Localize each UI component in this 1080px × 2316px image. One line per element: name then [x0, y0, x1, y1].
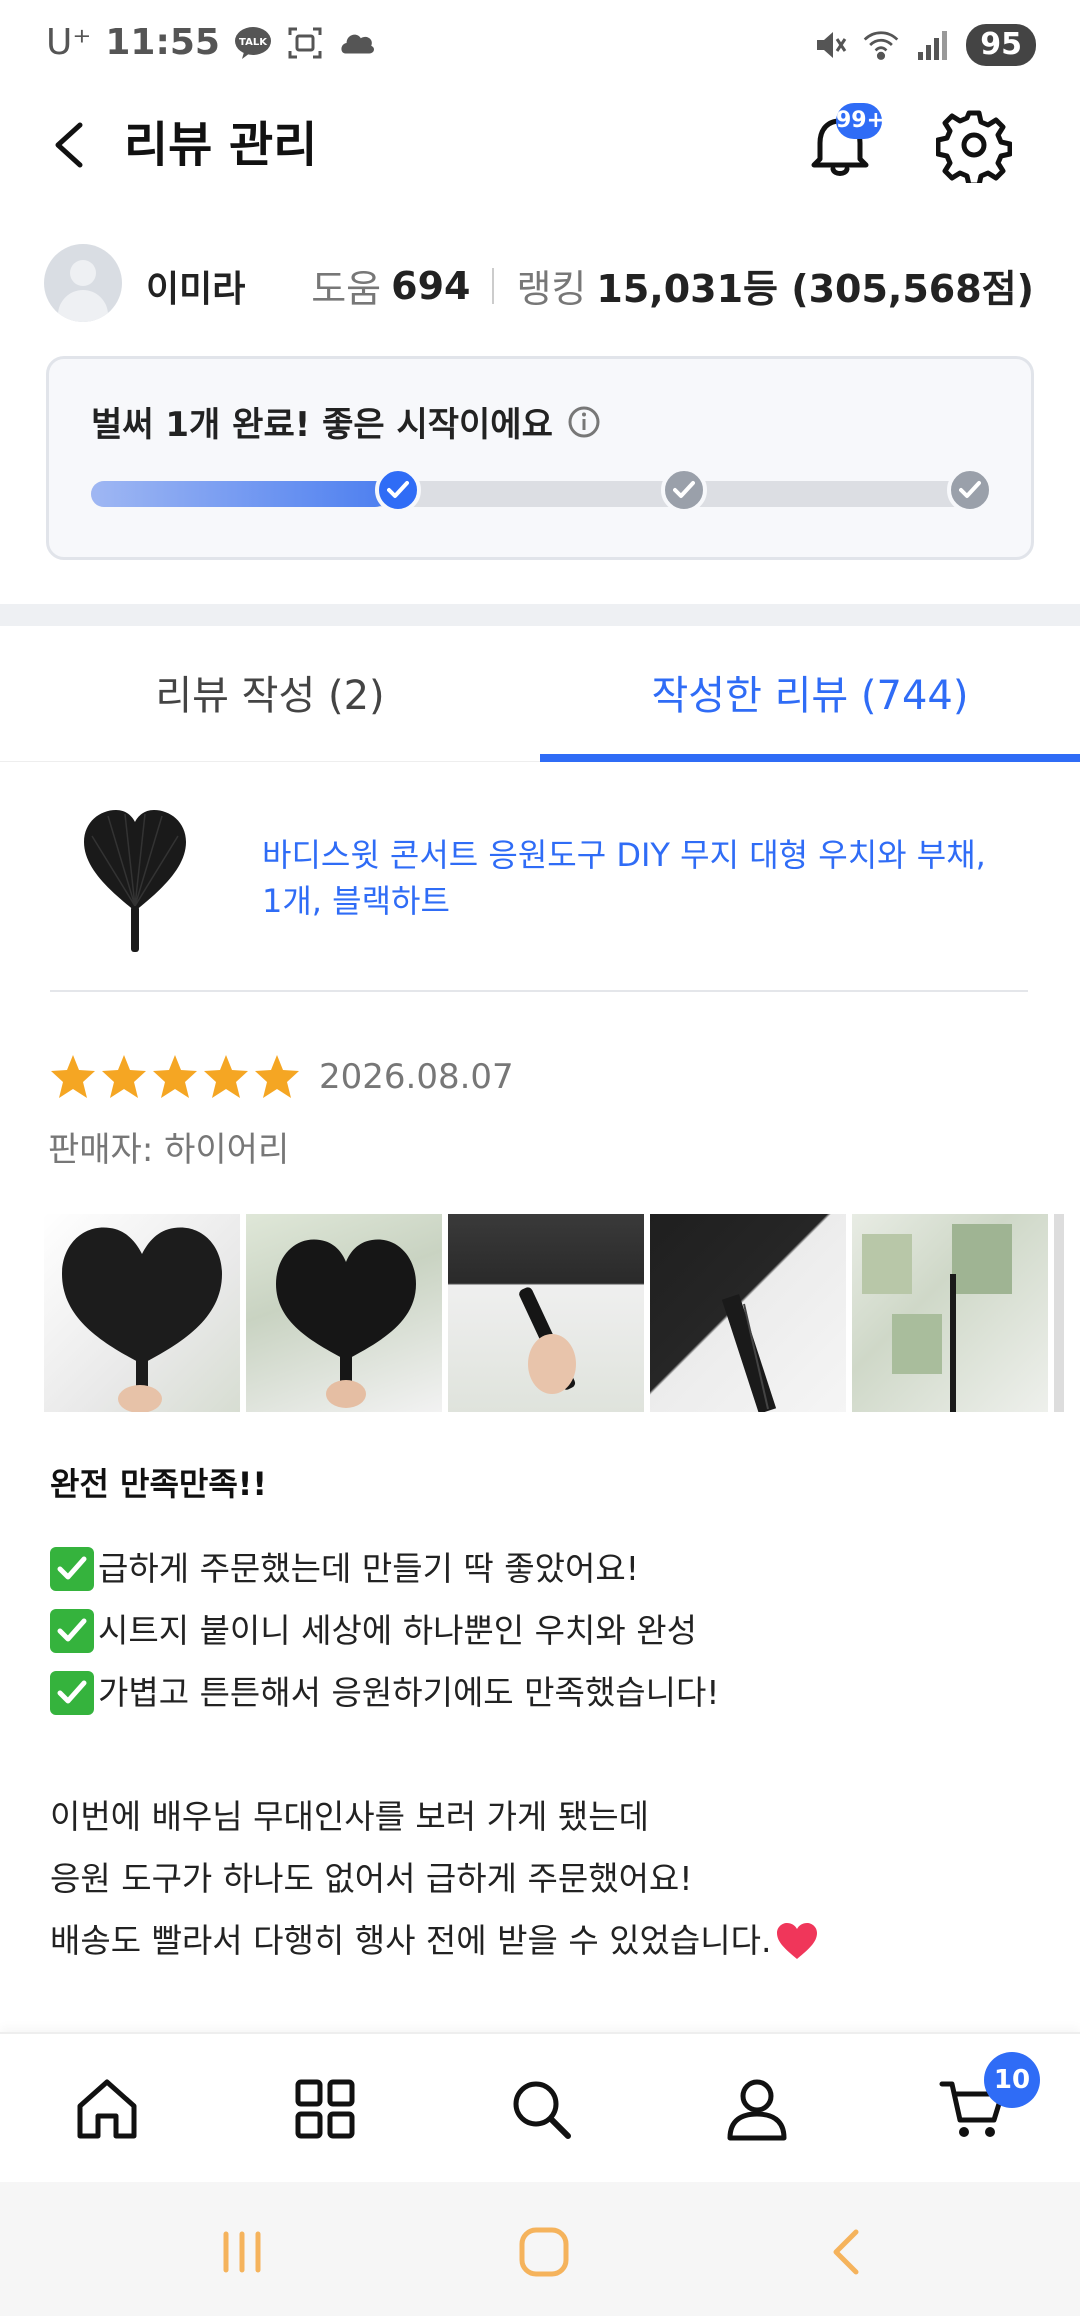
nav-search[interactable]: [506, 2074, 576, 2144]
tab-write-review[interactable]: 리뷰 작성 (2): [0, 626, 540, 762]
review-progress-card: 벌써 1개 완료! 좋은 시작이에요: [46, 356, 1034, 560]
star-icon: [102, 1055, 146, 1098]
notification-badge: 99+: [836, 103, 885, 139]
progress-title-row: 벌써 1개 완료! 좋은 시작이에요: [91, 397, 601, 446]
battery-indicator: 95: [966, 24, 1036, 66]
carrier-label: U⁺: [46, 22, 92, 63]
stats-divider: [492, 267, 495, 304]
talk-icon: TALK: [234, 24, 272, 62]
product-divider: [50, 990, 1028, 992]
check-mark-icon: [50, 1547, 94, 1591]
app-header: 리뷰 관리 99+: [0, 95, 1080, 195]
recent-apps-icon: [223, 2231, 261, 2273]
review-photo[interactable]: [852, 1214, 1048, 1412]
mute-icon: [810, 26, 848, 64]
section-divider: [0, 604, 1080, 626]
review-text: 완전 만족만족!! 급하게 주문했는데 만들기 딱 좋았어요! 시트지 붙이니 …: [50, 1456, 1030, 1972]
review-photos: [44, 1214, 1080, 1414]
profile-summary: 이미라 도움 694 랭킹 15,031등 (305,568점): [0, 240, 1080, 326]
product-row[interactable]: 바디스윗 콘서트 응원도구 DIY 무지 대형 우치와 부채, 1개, 블랙하트: [0, 800, 1080, 992]
back-button[interactable]: [40, 113, 104, 177]
help-count: 694: [391, 263, 471, 308]
review-check-line: 가볍고 튼튼해서 응원하기에도 만족했습니다!: [50, 1662, 1030, 1724]
recent-apps-button[interactable]: [212, 2222, 272, 2282]
svg-text:TALK: TALK: [239, 37, 268, 48]
heart-icon: [777, 1923, 818, 1959]
star-icon: [204, 1055, 248, 1098]
progress-track: [91, 481, 991, 507]
review-photo[interactable]: [448, 1214, 644, 1412]
review-photo[interactable]: [650, 1214, 846, 1412]
avatar[interactable]: [44, 244, 122, 322]
review-paragraph-text: 배송도 빨라서 다행히 행사 전에 받을 수 있었습니다.: [50, 1921, 772, 1960]
user-name: 이미라: [146, 269, 246, 310]
category-icon: [295, 2079, 355, 2139]
review-check-text: 가볍고 튼튼해서 응원하기에도 만족했습니다!: [98, 1673, 720, 1712]
help-label: 도움: [311, 267, 382, 311]
product-thumbnail[interactable]: [80, 806, 190, 956]
page-title: 리뷰 관리: [124, 117, 318, 173]
chevron-left-icon: [55, 122, 83, 168]
bottom-navigation: 10: [0, 2032, 1080, 2182]
home-icon: [77, 2079, 137, 2139]
check-mark-icon: [50, 1671, 94, 1715]
progress-step-3: [947, 467, 993, 513]
clock: 11:55: [105, 22, 220, 63]
progress-step-1: [375, 467, 421, 513]
progress-fill: [91, 481, 388, 507]
progress-step-2: [661, 467, 707, 513]
profile-icon: [727, 2079, 787, 2141]
review-paragraph-line: 이번에 배우님 무대인사를 보러 가게 됐는데: [50, 1797, 649, 1836]
review-check-text: 급하게 주문했는데 만들기 딱 좋았어요!: [98, 1549, 639, 1588]
star-icon: [51, 1055, 95, 1098]
back-system-button[interactable]: [818, 2222, 878, 2282]
screenshot-icon: [286, 24, 324, 62]
review-photo[interactable]: [246, 1214, 442, 1412]
status-bar: U⁺ 11:55 TALK 95: [0, 0, 1080, 90]
signal-icon: [914, 26, 952, 64]
product-name-link[interactable]: 바디스윗 콘서트 응원도구 DIY 무지 대형 우치와 부채, 1개, 블랙하트: [262, 832, 1002, 924]
progress-title: 벌써 1개 완료! 좋은 시작이에요: [91, 405, 553, 445]
active-tab-indicator: [540, 754, 1080, 762]
review-tabs: 리뷰 작성 (2) 작성한 리뷰 (744): [0, 626, 1080, 762]
user-stats: 도움 694 랭킹 15,031등 (305,568점): [311, 258, 1034, 313]
rank-value: 15,031등 (305,568점): [596, 267, 1034, 311]
review-check-line: 급하게 주문했는데 만들기 딱 좋았어요!: [50, 1538, 1030, 1600]
check-mark-icon: [50, 1609, 94, 1653]
wifi-icon: [862, 26, 900, 64]
nav-home[interactable]: [72, 2074, 142, 2144]
home-circle-icon: [519, 2227, 569, 2277]
back-arrow-icon: [833, 2229, 859, 2275]
review-date: 2026.08.07: [319, 1057, 514, 1097]
check-icon: [387, 481, 409, 498]
review-photo[interactable]: [44, 1214, 240, 1412]
gear-icon: [935, 110, 1013, 188]
home-system-button[interactable]: [514, 2222, 574, 2282]
settings-button[interactable]: [935, 107, 1013, 188]
check-icon: [959, 481, 981, 498]
review-check-text: 시트지 붙이니 세상에 하나뿐인 우치와 완성: [98, 1611, 697, 1650]
seller-name: 판매자: 하이어리: [48, 1130, 290, 1170]
review-paragraph-line: 응원 도구가 하나도 없어서 급하게 주문했어요!: [50, 1859, 693, 1898]
nav-category[interactable]: [290, 2074, 360, 2144]
tab-written-reviews[interactable]: 작성한 리뷰 (744): [540, 626, 1080, 762]
rank-label: 랭킹: [516, 267, 587, 311]
cart-count-badge: 10: [984, 2052, 1040, 2108]
nav-my-page[interactable]: [722, 2074, 792, 2144]
star-icon: [255, 1055, 299, 1098]
info-icon[interactable]: [567, 405, 601, 439]
check-icon: [673, 481, 695, 498]
star-rating: 2026.08.07: [48, 1052, 514, 1102]
cloud-icon: [338, 24, 376, 62]
star-icon: [153, 1055, 197, 1098]
review-photo-peek[interactable]: [1054, 1214, 1064, 1412]
review-check-line: 시트지 붙이니 세상에 하나뿐인 우치와 완성: [50, 1600, 1030, 1662]
review-headline: 완전 만족만족!!: [50, 1465, 267, 1503]
system-navigation-bar: [0, 2182, 1080, 2316]
search-icon: [513, 2081, 571, 2139]
review-paragraph-line-last: 배송도 빨라서 다행히 행사 전에 받을 수 있었습니다.: [50, 1910, 1030, 1972]
